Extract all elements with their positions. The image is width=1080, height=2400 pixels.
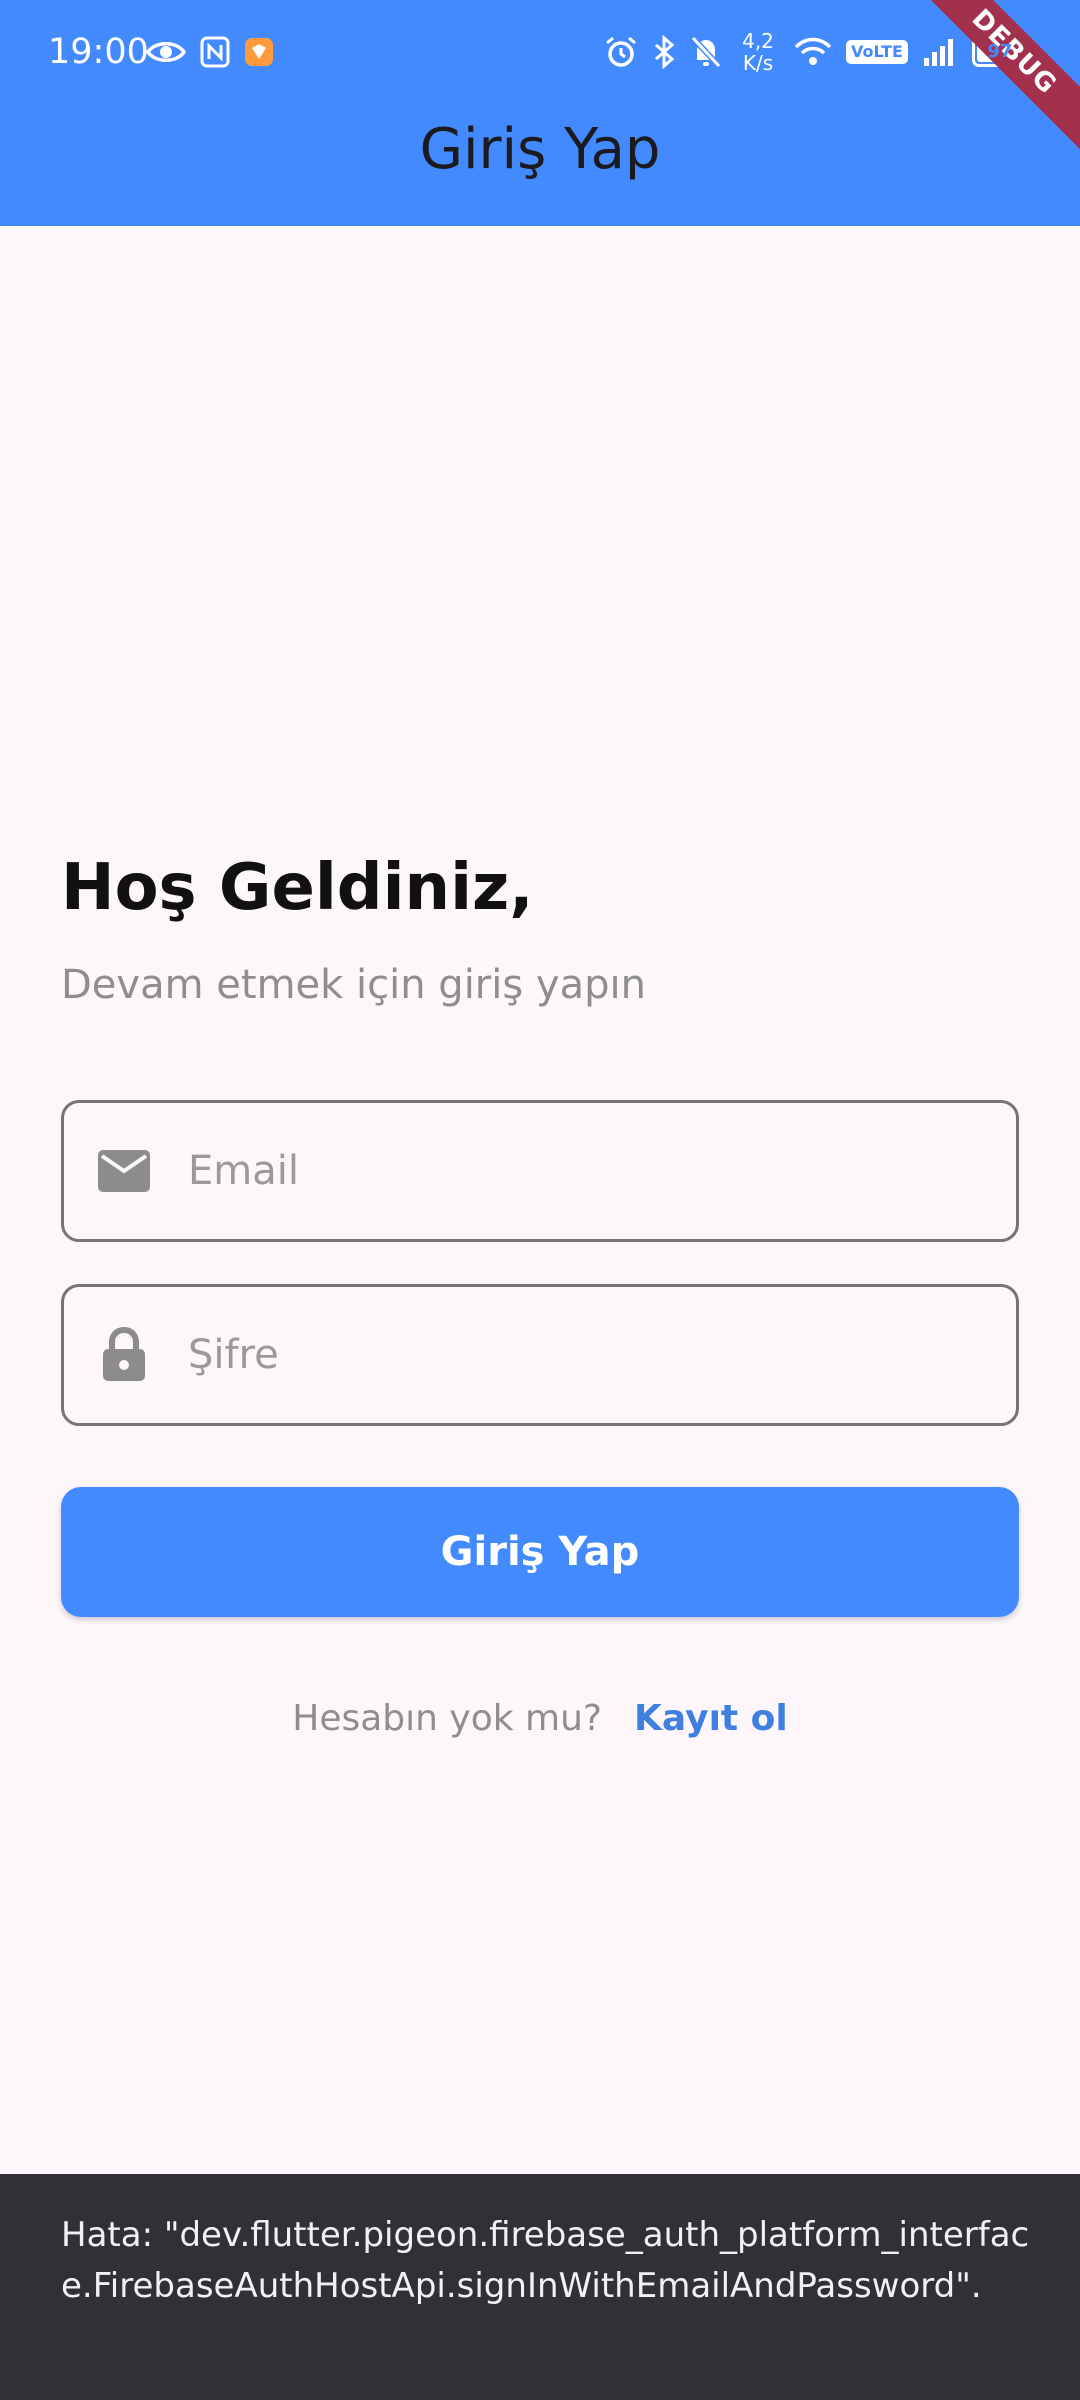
bluetooth-icon	[652, 35, 676, 69]
volte-badge: VoLTE	[846, 40, 908, 64]
snackbar-message: Hata: "dev.flutter.pigeon.firebase_auth_…	[61, 2215, 1030, 2306]
password-input[interactable]	[188, 1287, 1016, 1423]
status-left-icons	[146, 32, 274, 72]
status-bar: 19:00 4,2 K/s VoLTE 97	[0, 0, 1080, 100]
signal-icon	[922, 36, 958, 68]
email-input[interactable]	[188, 1103, 1016, 1239]
shield-badge-icon	[244, 36, 274, 68]
status-right-icons: 4,2 K/s VoLTE 97	[604, 28, 1033, 76]
lock-icon	[94, 1327, 154, 1383]
net-speed-unit: K/s	[742, 51, 774, 75]
page-title: Giriş Yap	[419, 117, 661, 182]
signup-link[interactable]: Kayıt ol	[634, 1698, 788, 1739]
wifi-icon	[794, 37, 832, 67]
net-speed: 4,2 K/s	[736, 30, 780, 74]
status-time: 19:00	[48, 32, 149, 72]
password-field[interactable]	[61, 1284, 1019, 1426]
no-account-text: Hesabın yok mu?	[292, 1697, 603, 1739]
net-speed-value: 4,2	[742, 29, 774, 53]
welcome-title: Hoş Geldiniz,	[61, 851, 534, 925]
nfc-icon	[200, 36, 230, 68]
signup-row: Hesabın yok mu? Kayıt ol	[0, 1690, 1080, 1746]
welcome-subtitle: Devam etmek için giriş yapın	[61, 962, 646, 1008]
bell-off-icon	[690, 35, 722, 69]
error-snackbar: Hata: "dev.flutter.pigeon.firebase_auth_…	[0, 2174, 1080, 2400]
login-button[interactable]: Giriş Yap	[61, 1487, 1019, 1617]
email-field[interactable]	[61, 1100, 1019, 1242]
alarm-icon	[604, 35, 638, 69]
app-bar: 19:00 4,2 K/s VoLTE 97 Giriş Yap DEBUG	[0, 0, 1080, 226]
battery-level: 97	[987, 41, 1013, 62]
eye-icon	[146, 38, 186, 66]
mail-icon	[94, 1149, 154, 1193]
